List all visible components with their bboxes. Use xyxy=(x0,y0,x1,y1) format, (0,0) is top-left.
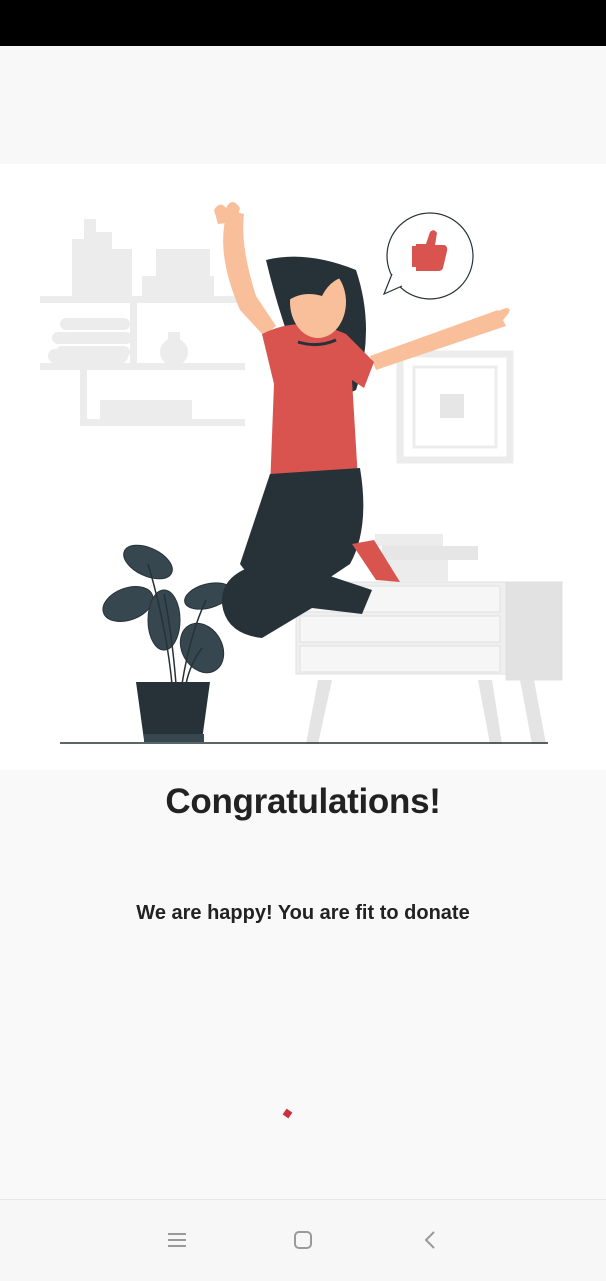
celebration-illustration xyxy=(0,164,606,770)
status-bar xyxy=(0,0,606,46)
congratulations-title: Congratulations! xyxy=(165,782,441,821)
back-chevron-icon[interactable] xyxy=(408,1218,452,1262)
fit-to-donate-message: We are happy! You are fit to donate xyxy=(136,902,470,924)
app-top-area xyxy=(0,46,606,164)
loading-indicator xyxy=(282,1108,293,1119)
home-square-icon[interactable] xyxy=(281,1218,325,1262)
system-navigation-bar xyxy=(0,1199,606,1281)
menu-icon[interactable] xyxy=(155,1218,199,1262)
jumping-woman-illustration xyxy=(40,202,563,744)
